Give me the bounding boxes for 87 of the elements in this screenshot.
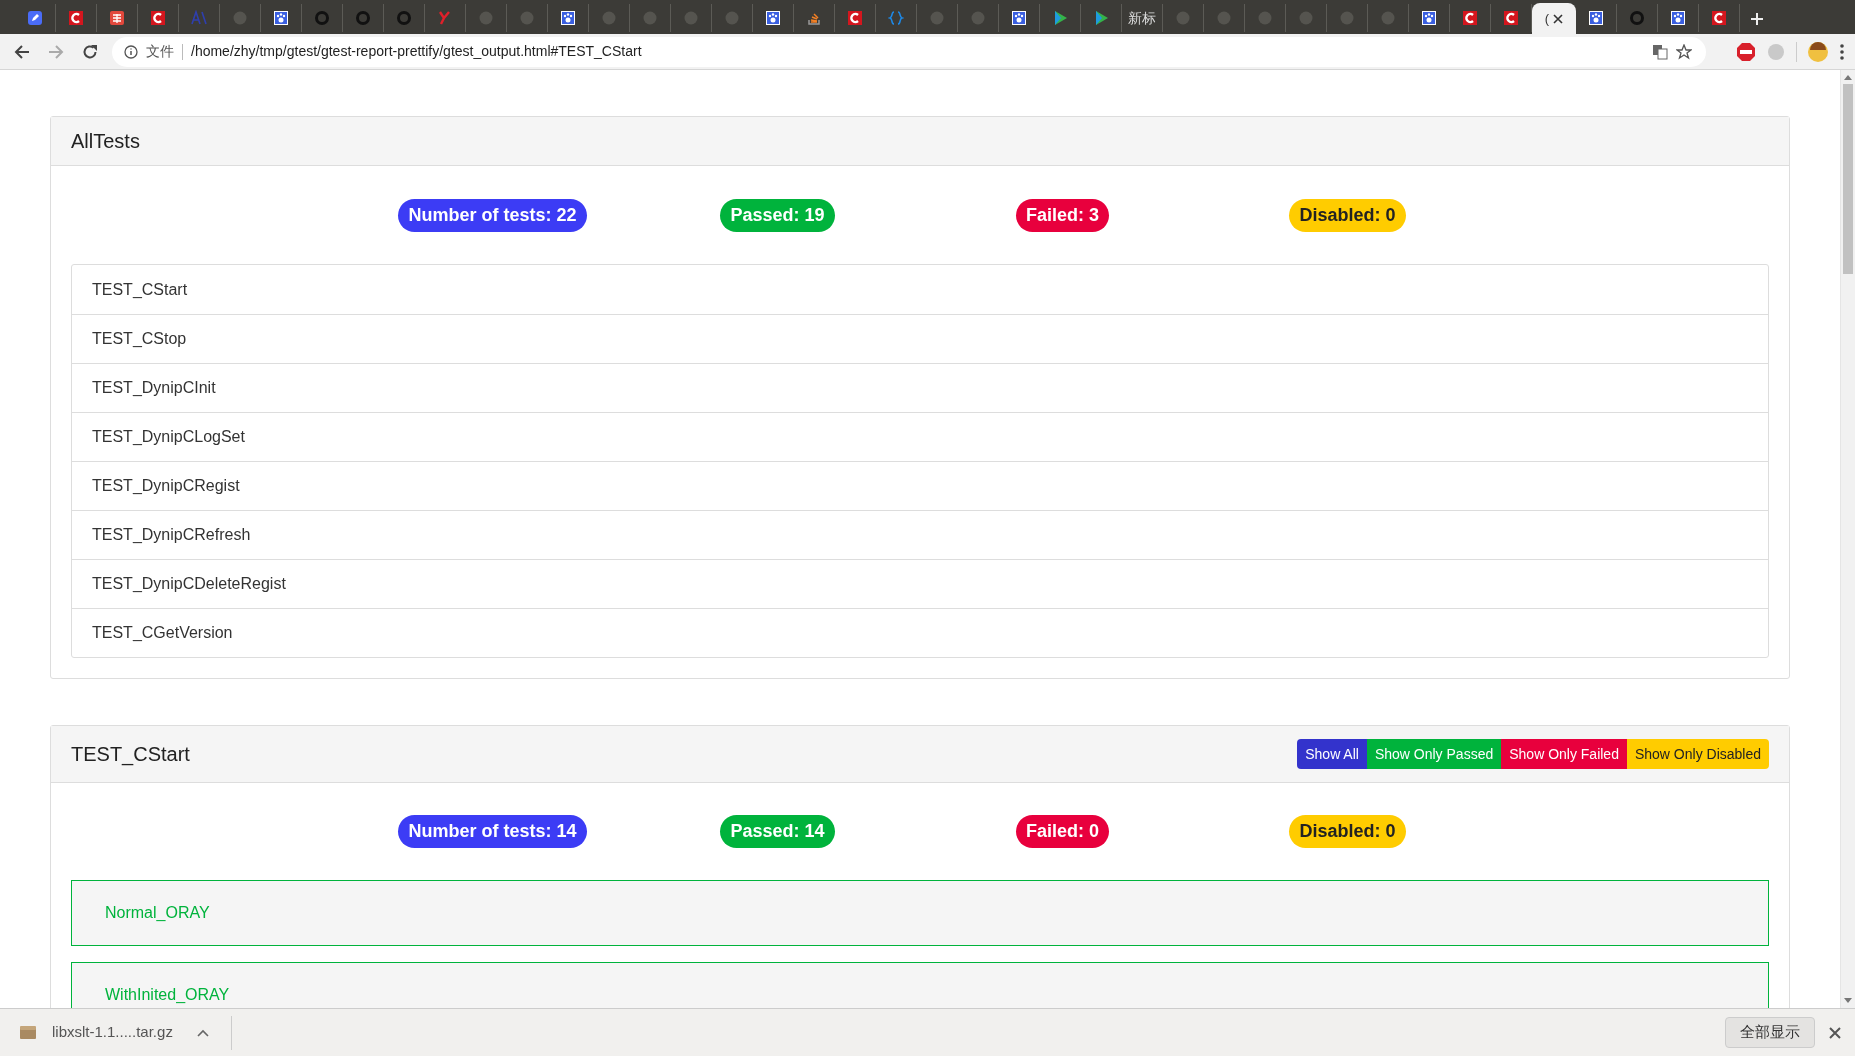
test-link[interactable]: TEST_DynipCLogSet: [72, 412, 1768, 461]
site-icon: [109, 10, 125, 26]
site-icon: [847, 10, 863, 26]
site-icon: [1093, 10, 1109, 26]
site-icon: [765, 10, 781, 26]
scroll-down-icon[interactable]: [1844, 998, 1852, 1004]
site-icon: [560, 10, 576, 26]
filter-button[interactable]: Show Only Disabled: [1626, 739, 1769, 769]
card-title: AllTests: [71, 129, 140, 154]
site-icon: [1257, 10, 1273, 26]
site-icon: [1588, 10, 1604, 26]
site-icon: [273, 10, 289, 26]
site-icon: [1503, 10, 1519, 26]
site-icon: [1421, 10, 1437, 26]
site-icon: [929, 10, 945, 26]
translate-icon[interactable]: [1652, 43, 1668, 60]
plus-icon: [1750, 12, 1764, 26]
address-bar[interactable]: 文件 /home/zhy/tmp/gtest/gtest-report-prettify/gtest_output.html#TEST_CStart: [112, 36, 1706, 67]
count-badge: Failed: 3: [1016, 198, 1109, 232]
count-badge: Number of tests: 22: [398, 198, 587, 232]
url-text: /home/zhy/tmp/gtest/gtest-report-prettify/gtest_output.html#TEST_CStart: [191, 42, 642, 61]
site-icon: [1711, 10, 1727, 26]
scroll-up-icon[interactable]: [1844, 74, 1852, 80]
filter-button[interactable]: Show All: [1297, 739, 1367, 769]
site-icon: [1380, 10, 1396, 26]
info-icon: [124, 44, 138, 59]
site-icon: [601, 10, 617, 26]
browser-tab[interactable]: (: [1532, 3, 1576, 34]
test-link[interactable]: TEST_CStop: [72, 314, 1768, 363]
site-icon: [519, 10, 535, 26]
tab-title: 新标: [1128, 8, 1156, 28]
test-link[interactable]: TEST_CStart: [72, 265, 1768, 314]
site-icon: [191, 10, 207, 26]
filter-button[interactable]: Show Only Failed: [1501, 739, 1627, 769]
card-title: TEST_CStart: [71, 742, 190, 768]
chevron-up-icon[interactable]: [196, 1028, 209, 1037]
show-all-button[interactable]: 全部显示: [1725, 1017, 1815, 1048]
test-link[interactable]: TEST_DynipCDeleteRegist: [72, 559, 1768, 608]
site-icon: [970, 10, 986, 26]
site-icon: [724, 10, 740, 26]
adblock-icon[interactable]: [1736, 41, 1756, 62]
count-badge: Disabled: 0: [1289, 198, 1406, 232]
reload-icon: [82, 43, 98, 60]
count-badge: Number of tests: 14: [398, 815, 587, 848]
close-icon[interactable]: [1553, 13, 1564, 24]
site-icon: [478, 10, 494, 26]
test-link[interactable]: TEST_DynipCRegist: [72, 461, 1768, 510]
site-icon: [1670, 10, 1686, 26]
count-badge: Disabled: 0: [1289, 815, 1406, 848]
site-icon: [1175, 10, 1191, 26]
close-icon[interactable]: [1829, 1026, 1841, 1039]
site-icon: [232, 10, 248, 26]
test-link[interactable]: TEST_DynipCInit: [72, 363, 1768, 412]
site-icon: [150, 10, 166, 26]
site-icon: [1052, 10, 1068, 26]
site-icon: [396, 10, 412, 26]
site-icon: [1629, 10, 1645, 26]
test-link[interactable]: TEST_CGetVersion: [72, 608, 1768, 657]
browser-tab[interactable]: 新标: [1122, 4, 1163, 32]
site-icon: [1216, 10, 1232, 26]
count-badge: Failed: 0: [1016, 815, 1109, 848]
site-icon: [1011, 10, 1027, 26]
site-icon: [642, 10, 658, 26]
security-label: 文件: [146, 42, 174, 61]
download-filename[interactable]: libxslt-1.1.....tar.gz: [52, 1021, 173, 1044]
avatar-icon[interactable]: [1807, 40, 1829, 63]
site-icon: [806, 10, 822, 26]
site-icon: [437, 10, 453, 26]
forward-arrow-icon: [48, 43, 64, 60]
site-icon: [27, 10, 43, 26]
count-badge: Passed: 14: [720, 815, 835, 848]
site-icon: [1462, 10, 1478, 26]
package-icon: [20, 1026, 36, 1039]
site-icon: [314, 10, 330, 26]
site-icon: [1298, 10, 1314, 26]
test-link[interactable]: TEST_DynipCRefresh: [72, 510, 1768, 559]
site-icon: [683, 10, 699, 26]
count-badge: Passed: 19: [720, 198, 835, 232]
star-icon[interactable]: [1676, 43, 1692, 60]
scrollbar-thumb[interactable]: [1843, 84, 1853, 274]
back-arrow-icon: [14, 43, 30, 60]
site-icon: [355, 10, 371, 26]
site-icon: [68, 10, 84, 26]
site-icon: [888, 10, 904, 26]
site-icon: [1339, 10, 1355, 26]
tab-title: (: [1544, 9, 1550, 28]
menu-icon[interactable]: [1839, 42, 1845, 61]
